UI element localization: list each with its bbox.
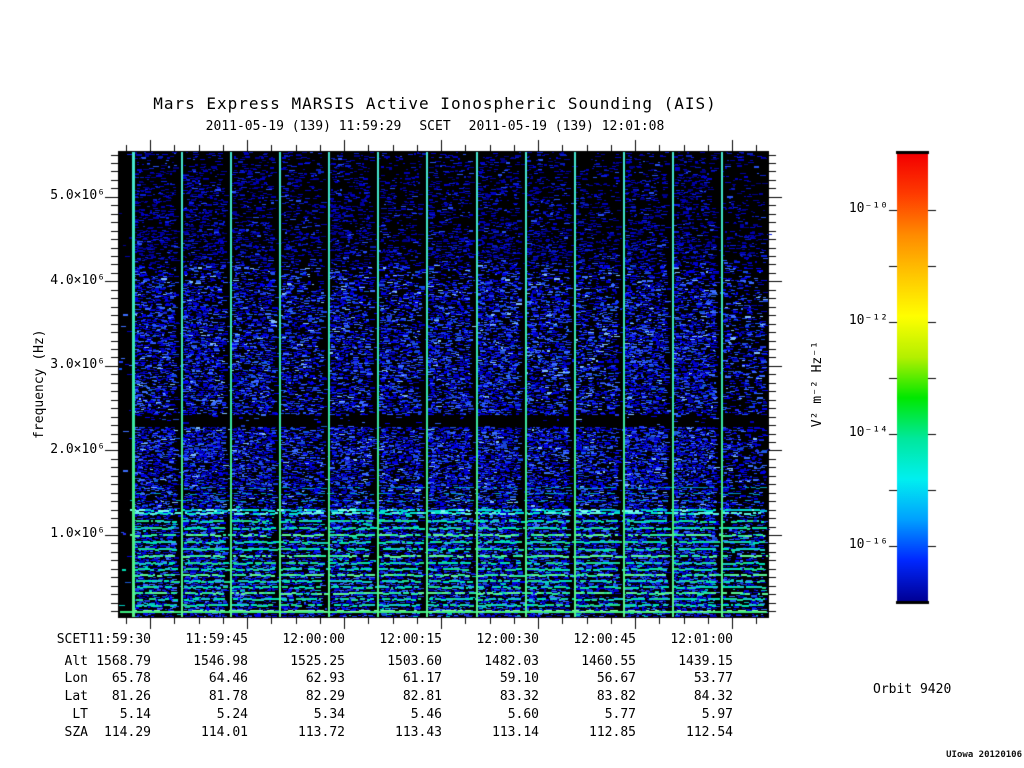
- ephemeris-value: 81.26: [111, 689, 151, 704]
- colorbar-tick-label: 10⁻¹⁴: [848, 425, 888, 440]
- ephemeris-value: 1568.79: [96, 654, 151, 669]
- frequency-tick-label: 5.0×10⁶: [50, 188, 105, 203]
- ephemeris-value: 12:01:00: [670, 632, 733, 647]
- ephemeris-value: 114.01: [201, 725, 248, 740]
- ephemeris-value: 59.10: [499, 671, 539, 686]
- ephemeris-value: 1546.98: [193, 654, 248, 669]
- ephemeris-value: 12:00:15: [379, 632, 442, 647]
- ephemeris-value: 112.54: [686, 725, 733, 740]
- ephemeris-value: 1482.03: [484, 654, 539, 669]
- ephemeris-value: 56.67: [596, 671, 636, 686]
- ephemeris-value: 82.29: [305, 689, 345, 704]
- colorbar-tick-label: 10⁻¹⁰: [848, 201, 888, 216]
- ephemeris-value: 82.81: [402, 689, 442, 704]
- plot-title: Mars Express MARSIS Active Ionospheric S…: [153, 94, 717, 113]
- credit-label: UIowa 20120106: [946, 750, 1022, 760]
- ephemeris-value: 53.77: [693, 671, 733, 686]
- ephemeris-value: 1439.15: [678, 654, 733, 669]
- ephemeris-value: 84.32: [693, 689, 733, 704]
- ephemeris-value: 62.93: [305, 671, 345, 686]
- ephemeris-value: 12:00:00: [282, 632, 345, 647]
- ephemeris-value: 112.85: [589, 725, 636, 740]
- ephemeris-value: 113.14: [492, 725, 539, 740]
- frequency-tick-label: 4.0×10⁶: [50, 273, 105, 288]
- ephemeris-value: 64.46: [208, 671, 248, 686]
- ephemeris-value: 5.46: [410, 707, 442, 722]
- ephemeris-value: 65.78: [111, 671, 151, 686]
- ephemeris-value: 12:00:45: [573, 632, 636, 647]
- ephemeris-value: 81.78: [208, 689, 248, 704]
- subtitle-scet-label: SCET: [419, 119, 451, 134]
- ephemeris-value: 1460.55: [581, 654, 636, 669]
- frequency-tick-label: 2.0×10⁶: [50, 442, 105, 457]
- ephemeris-value: 11:59:30: [88, 632, 151, 647]
- ephemeris-value: 113.72: [298, 725, 345, 740]
- frequency-tick-label: 3.0×10⁶: [50, 357, 105, 372]
- spectrogram-canvas: [0, 0, 1024, 768]
- ephemeris-value: 5.34: [313, 707, 345, 722]
- ephemeris-value: 11:59:45: [185, 632, 248, 647]
- colorbar-tick-label: 10⁻¹²: [848, 313, 888, 328]
- ephemeris-value: 5.60: [507, 707, 539, 722]
- ephemeris-value: 12:00:30: [476, 632, 539, 647]
- subtitle-end-time: 2011-05-19 (139) 12:01:08: [468, 119, 665, 134]
- ais-spectrogram-page: Mars Express MARSIS Active Ionospheric S…: [0, 0, 1024, 768]
- ephemeris-value: 83.82: [596, 689, 636, 704]
- subtitle-start-time: 2011-05-19 (139) 11:59:29: [205, 119, 402, 134]
- ephemeris-value: 113.43: [395, 725, 442, 740]
- ephemeris-value: 61.17: [402, 671, 442, 686]
- colorbar-tick-label: 10⁻¹⁶: [848, 537, 888, 552]
- frequency-tick-label: 1.0×10⁶: [50, 526, 105, 541]
- ephemeris-value: 1503.60: [387, 654, 442, 669]
- ephemeris-value: 114.29: [104, 725, 151, 740]
- ephemeris-value: 5.77: [604, 707, 636, 722]
- orbit-label: Orbit 9420: [873, 682, 952, 697]
- subtitle: 2011-05-19 (139) 11:59:29 SCET 2011-05-1…: [85, 119, 785, 134]
- ephemeris-value: 1525.25: [290, 654, 345, 669]
- ephemeris-value: 5.14: [119, 707, 151, 722]
- ephemeris-value: 5.97: [701, 707, 733, 722]
- ephemeris-value: 83.32: [499, 689, 539, 704]
- ephemeris-value: 5.24: [216, 707, 248, 722]
